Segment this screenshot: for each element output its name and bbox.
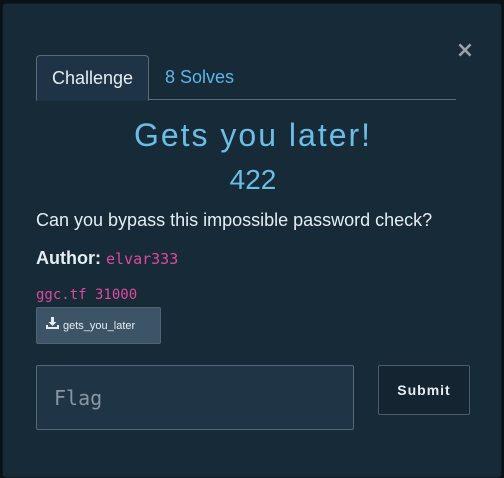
tab-challenge[interactable]: Challenge bbox=[36, 55, 149, 101]
flag-input[interactable] bbox=[36, 365, 354, 430]
close-icon[interactable]: × bbox=[455, 40, 475, 62]
author-label: Author: bbox=[36, 248, 101, 268]
tab-solves[interactable]: 8 Solves bbox=[165, 55, 234, 100]
download-icon bbox=[46, 308, 59, 344]
download-file-button[interactable]: gets_you_later bbox=[36, 307, 161, 344]
author-line: Author: elvar333 bbox=[36, 248, 178, 269]
author-name: elvar333 bbox=[106, 250, 179, 268]
challenge-title: Gets you later! bbox=[133, 117, 373, 153]
connection-info: ggc.tf 31000 bbox=[36, 287, 138, 303]
submit-button[interactable]: Submit bbox=[378, 365, 470, 415]
challenge-modal: × Challenge 8 Solves Gets you later! 422… bbox=[2, 3, 502, 478]
file-name: gets_you_later bbox=[63, 320, 136, 332]
tab-bar: Challenge 8 Solves bbox=[36, 55, 456, 101]
challenge-points: 422 bbox=[229, 164, 277, 195]
challenge-description: Can you bypass this impossible password … bbox=[36, 210, 433, 230]
